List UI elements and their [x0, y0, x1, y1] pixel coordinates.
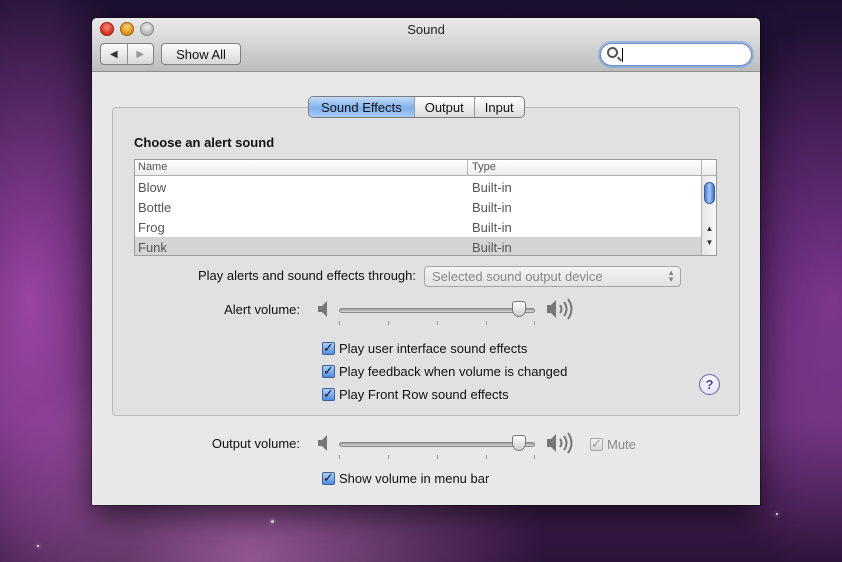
- checkbox-label: Show volume in menu bar: [339, 470, 490, 486]
- table-header: Name Type: [135, 160, 701, 176]
- table-row[interactable]: Frog Built-in: [135, 217, 701, 237]
- checkbox-checked-icon: [322, 340, 335, 356]
- table-row[interactable]: Blow Built-in: [135, 177, 701, 197]
- scrollbar-corner: [702, 160, 716, 176]
- tab-sound-effects[interactable]: Sound Effects: [309, 97, 414, 117]
- scrollbar-thumb[interactable]: [704, 182, 715, 204]
- text-caret: [622, 48, 623, 62]
- alert-volume-slider[interactable]: [339, 301, 535, 325]
- speaker-high-icon: [547, 298, 573, 320]
- column-divider: [467, 160, 468, 176]
- background-star: [776, 513, 778, 515]
- slider-thumb[interactable]: [512, 301, 526, 317]
- sound-type: Built-in: [472, 180, 512, 195]
- column-header-type[interactable]: Type: [472, 161, 496, 173]
- background-star: [271, 520, 274, 523]
- front-row-effects-checkbox[interactable]: Play Front Row sound effects: [322, 385, 509, 403]
- back-arrow-icon[interactable]: ◀: [101, 44, 127, 64]
- search-icon: [607, 47, 618, 58]
- tab-input[interactable]: Input: [473, 97, 524, 117]
- window-title: Sound: [407, 22, 445, 37]
- window-toolbar: Sound ◀ ▶ Show All: [92, 18, 760, 72]
- ui-sound-effects-checkbox[interactable]: Play user interface sound effects: [322, 339, 527, 357]
- output-volume-label: Output volume:: [211, 436, 300, 451]
- checkbox-checked-icon: [590, 436, 603, 452]
- checkbox-label: Play user interface sound effects: [339, 340, 528, 356]
- tab-bar: Sound Effects Output Input: [308, 96, 525, 118]
- tab-output[interactable]: Output: [413, 97, 474, 117]
- sound-preferences-window: Sound ◀ ▶ Show All Sound Effects Output …: [92, 18, 760, 505]
- speaker-low-icon: [318, 301, 327, 317]
- search-field[interactable]: [600, 43, 752, 66]
- show-all-button[interactable]: Show All: [161, 43, 241, 65]
- checkbox-checked-icon: [322, 363, 335, 379]
- popup-arrows-icon: ▲ ▼: [667, 268, 675, 284]
- speaker-low-icon: [318, 435, 327, 451]
- sound-name: Bottle: [138, 200, 172, 215]
- output-device-value: Selected sound output device: [432, 269, 603, 284]
- background-star: [37, 545, 39, 547]
- scroll-down-arrow-icon[interactable]: ▼: [702, 237, 716, 249]
- checkbox-label: Play feedback when volume is changed: [339, 363, 568, 379]
- alert-sound-heading: Choose an alert sound: [134, 135, 275, 150]
- output-device-popup[interactable]: Selected sound output device ▲ ▼: [424, 266, 681, 287]
- output-volume-slider[interactable]: [339, 435, 535, 459]
- table-scrollbar[interactable]: ▲ ▼: [701, 160, 716, 255]
- sound-type: Built-in: [472, 220, 512, 235]
- speaker-high-icon: [547, 432, 573, 454]
- sound-name: Funk: [138, 240, 167, 255]
- back-forward-control: ◀ ▶: [100, 43, 154, 65]
- sound-name: Blow: [138, 180, 167, 195]
- checkbox-checked-icon: [322, 386, 335, 402]
- mute-checkbox[interactable]: Mute: [590, 435, 636, 453]
- help-button[interactable]: ?: [699, 374, 720, 395]
- slider-ticks: [339, 321, 535, 326]
- forward-arrow-icon[interactable]: ▶: [126, 44, 154, 64]
- show-volume-menubar-checkbox[interactable]: Show volume in menu bar: [322, 469, 489, 487]
- slider-track: [339, 308, 535, 313]
- slider-thumb[interactable]: [512, 435, 526, 451]
- sound-type: Built-in: [472, 200, 512, 215]
- sound-type: Built-in: [472, 240, 512, 255]
- scroll-up-arrow-icon[interactable]: ▲: [702, 223, 716, 235]
- column-header-name[interactable]: Name: [138, 161, 167, 173]
- table-row[interactable]: Bottle Built-in: [135, 197, 701, 217]
- alert-volume-label: Alert volume:: [224, 302, 300, 317]
- slider-ticks: [339, 455, 535, 460]
- checkbox-checked-icon: [322, 470, 335, 486]
- mute-label: Mute: [607, 436, 636, 452]
- alert-sound-table: Name Type Blow Built-in Bottle Built-in …: [134, 159, 717, 256]
- sound-name: Frog: [138, 220, 165, 235]
- table-row-selected[interactable]: Funk Built-in: [135, 237, 701, 255]
- volume-feedback-checkbox[interactable]: Play feedback when volume is changed: [322, 362, 567, 380]
- play-through-label: Play alerts and sound effects through:: [197, 268, 416, 283]
- checkbox-label: Play Front Row sound effects: [339, 386, 509, 402]
- slider-track: [339, 442, 535, 447]
